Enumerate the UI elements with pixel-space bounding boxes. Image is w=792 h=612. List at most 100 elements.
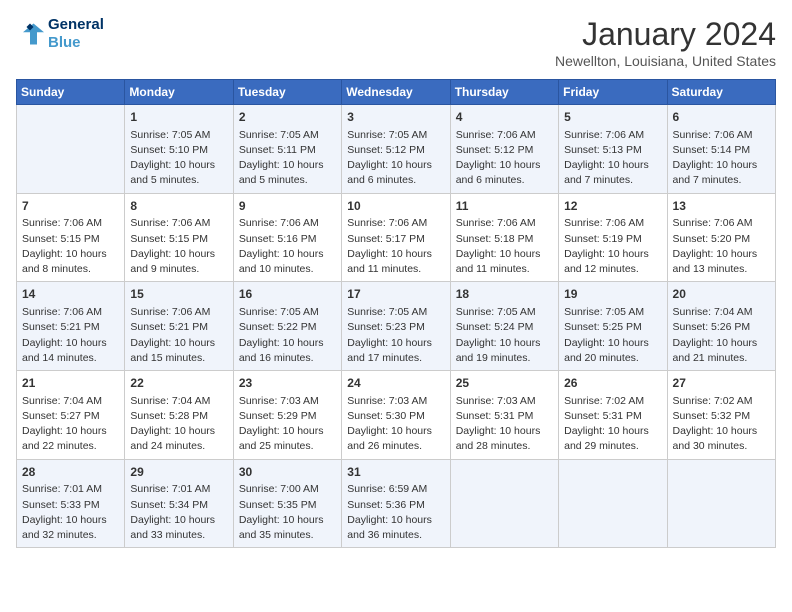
day-cell: 7Sunrise: 7:06 AMSunset: 5:15 PMDaylight… (17, 193, 125, 282)
day-info: Sunrise: 6:59 AMSunset: 5:36 PMDaylight:… (347, 482, 444, 543)
day-cell: 21 Sunrise: 7:04 AMSunset: 5:27 PMDayligh… (17, 371, 125, 460)
day-cell: 10Sunrise: 7:06 AMSunset: 5:17 PMDayligh… (342, 193, 450, 282)
day-number: 17 (347, 286, 444, 303)
calendar-table: SundayMondayTuesdayWednesdayThursdayFrid… (16, 79, 776, 548)
calendar-subtitle: Newellton, Louisiana, United States (555, 53, 776, 69)
day-cell: 24 Sunrise: 7:03 AMSunset: 5:30 PMDayligh… (342, 371, 450, 460)
day-number: 28 (22, 464, 119, 481)
day-number: 12 (564, 198, 661, 215)
day-cell: 30Sunrise: 7:00 AMSunset: 5:35 PMDayligh… (233, 459, 341, 548)
day-cell: 27 Sunrise: 7:02 AMSunset: 5:32 PMDayligh… (667, 371, 775, 460)
day-info: Sunrise: 7:03 AMSunset: 5:30 PMDaylight:… (347, 394, 444, 455)
day-cell: 14 Sunrise: 7:06 AMSunset: 5:21 PMDayligh… (17, 282, 125, 371)
week-row-4: 21 Sunrise: 7:04 AMSunset: 5:27 PMDayligh… (17, 371, 776, 460)
day-cell: 1 Sunrise: 7:05 AMSunset: 5:10 PMDaylight… (125, 105, 233, 194)
header-row: SundayMondayTuesdayWednesdayThursdayFrid… (17, 80, 776, 105)
day-info: Sunrise: 7:06 AMSunset: 5:16 PMDaylight:… (239, 216, 336, 277)
day-cell: 17 Sunrise: 7:05 AMSunset: 5:23 PMDayligh… (342, 282, 450, 371)
day-number: 22 (130, 375, 227, 392)
logo-text: General Blue (48, 16, 104, 52)
day-number: 11 (456, 198, 553, 215)
week-row-1: 1 Sunrise: 7:05 AMSunset: 5:10 PMDaylight… (17, 105, 776, 194)
day-number: 24 (347, 375, 444, 392)
day-cell: 9Sunrise: 7:06 AMSunset: 5:16 PMDaylight… (233, 193, 341, 282)
day-number: 15 (130, 286, 227, 303)
day-number: 3 (347, 109, 444, 126)
day-number: 19 (564, 286, 661, 303)
day-number: 27 (673, 375, 770, 392)
logo: General Blue (16, 16, 104, 52)
day-cell: 26 Sunrise: 7:02 AMSunset: 5:31 PMDayligh… (559, 371, 667, 460)
day-info: Sunrise: 7:05 AMSunset: 5:22 PMDaylight:… (239, 305, 336, 366)
day-info: Sunrise: 7:05 AMSunset: 5:11 PMDaylight:… (239, 128, 336, 189)
day-number: 29 (130, 464, 227, 481)
header-cell-sunday: Sunday (17, 80, 125, 105)
header-cell-wednesday: Wednesday (342, 80, 450, 105)
day-cell: 22Sunrise: 7:04 AMSunset: 5:28 PMDayligh… (125, 371, 233, 460)
day-info: Sunrise: 7:05 AMSunset: 5:12 PMDaylight:… (347, 128, 444, 189)
day-cell: 29Sunrise: 7:01 AMSunset: 5:34 PMDayligh… (125, 459, 233, 548)
header-cell-monday: Monday (125, 80, 233, 105)
day-number: 7 (22, 198, 119, 215)
day-info: Sunrise: 7:06 AMSunset: 5:12 PMDaylight:… (456, 128, 553, 189)
day-number: 16 (239, 286, 336, 303)
day-info: Sunrise: 7:01 AMSunset: 5:33 PMDaylight:… (22, 482, 119, 543)
day-info: Sunrise: 7:05 AMSunset: 5:24 PMDaylight:… (456, 305, 553, 366)
day-cell: 19 Sunrise: 7:05 AMSunset: 5:25 PMDayligh… (559, 282, 667, 371)
day-info: Sunrise: 7:01 AMSunset: 5:34 PMDaylight:… (130, 482, 227, 543)
day-number: 8 (130, 198, 227, 215)
week-row-2: 7Sunrise: 7:06 AMSunset: 5:15 PMDaylight… (17, 193, 776, 282)
day-info: Sunrise: 7:06 AMSunset: 5:13 PMDaylight:… (564, 128, 661, 189)
day-number: 4 (456, 109, 553, 126)
day-info: Sunrise: 7:06 AMSunset: 5:20 PMDaylight:… (673, 216, 770, 277)
day-cell (450, 459, 558, 548)
day-info: Sunrise: 7:06 AMSunset: 5:15 PMDaylight:… (130, 216, 227, 277)
day-number: 23 (239, 375, 336, 392)
week-row-3: 14 Sunrise: 7:06 AMSunset: 5:21 PMDayligh… (17, 282, 776, 371)
week-row-5: 28Sunrise: 7:01 AMSunset: 5:33 PMDayligh… (17, 459, 776, 548)
day-info: Sunrise: 7:06 AMSunset: 5:15 PMDaylight:… (22, 216, 119, 277)
calendar-body: 1 Sunrise: 7:05 AMSunset: 5:10 PMDaylight… (17, 105, 776, 548)
day-cell (667, 459, 775, 548)
day-info: Sunrise: 7:06 AMSunset: 5:14 PMDaylight:… (673, 128, 770, 189)
day-cell: 15 Sunrise: 7:06 AMSunset: 5:21 PMDayligh… (125, 282, 233, 371)
day-cell: 4 Sunrise: 7:06 AMSunset: 5:12 PMDaylight… (450, 105, 558, 194)
day-cell: 3 Sunrise: 7:05 AMSunset: 5:12 PMDaylight… (342, 105, 450, 194)
day-number: 18 (456, 286, 553, 303)
header-cell-saturday: Saturday (667, 80, 775, 105)
day-info: Sunrise: 7:06 AMSunset: 5:18 PMDaylight:… (456, 216, 553, 277)
day-number: 26 (564, 375, 661, 392)
day-cell: 2 Sunrise: 7:05 AMSunset: 5:11 PMDaylight… (233, 105, 341, 194)
day-info: Sunrise: 7:05 AMSunset: 5:23 PMDaylight:… (347, 305, 444, 366)
logo-line1: General (48, 16, 104, 34)
day-cell (559, 459, 667, 548)
day-number: 1 (130, 109, 227, 126)
day-info: Sunrise: 7:02 AMSunset: 5:32 PMDaylight:… (673, 394, 770, 455)
day-info: Sunrise: 7:06 AMSunset: 5:21 PMDaylight:… (130, 305, 227, 366)
header-cell-tuesday: Tuesday (233, 80, 341, 105)
day-number: 25 (456, 375, 553, 392)
day-info: Sunrise: 7:03 AMSunset: 5:29 PMDaylight:… (239, 394, 336, 455)
logo-icon (16, 20, 44, 48)
day-info: Sunrise: 7:06 AMSunset: 5:17 PMDaylight:… (347, 216, 444, 277)
day-info: Sunrise: 7:04 AMSunset: 5:27 PMDaylight:… (22, 394, 119, 455)
day-cell (17, 105, 125, 194)
day-cell: 12Sunrise: 7:06 AMSunset: 5:19 PMDayligh… (559, 193, 667, 282)
day-cell: 13Sunrise: 7:06 AMSunset: 5:20 PMDayligh… (667, 193, 775, 282)
day-info: Sunrise: 7:05 AMSunset: 5:10 PMDaylight:… (130, 128, 227, 189)
day-number: 9 (239, 198, 336, 215)
day-info: Sunrise: 7:06 AMSunset: 5:21 PMDaylight:… (22, 305, 119, 366)
day-number: 30 (239, 464, 336, 481)
day-number: 2 (239, 109, 336, 126)
day-number: 14 (22, 286, 119, 303)
day-info: Sunrise: 7:05 AMSunset: 5:25 PMDaylight:… (564, 305, 661, 366)
header-cell-thursday: Thursday (450, 80, 558, 105)
day-number: 21 (22, 375, 119, 392)
page-header: General Blue January 2024 Newellton, Lou… (16, 16, 776, 69)
day-info: Sunrise: 7:02 AMSunset: 5:31 PMDaylight:… (564, 394, 661, 455)
day-number: 13 (673, 198, 770, 215)
day-number: 20 (673, 286, 770, 303)
day-cell: 20Sunrise: 7:04 AMSunset: 5:26 PMDayligh… (667, 282, 775, 371)
day-cell: 6Sunrise: 7:06 AMSunset: 5:14 PMDaylight… (667, 105, 775, 194)
day-cell: 31Sunrise: 6:59 AMSunset: 5:36 PMDayligh… (342, 459, 450, 548)
